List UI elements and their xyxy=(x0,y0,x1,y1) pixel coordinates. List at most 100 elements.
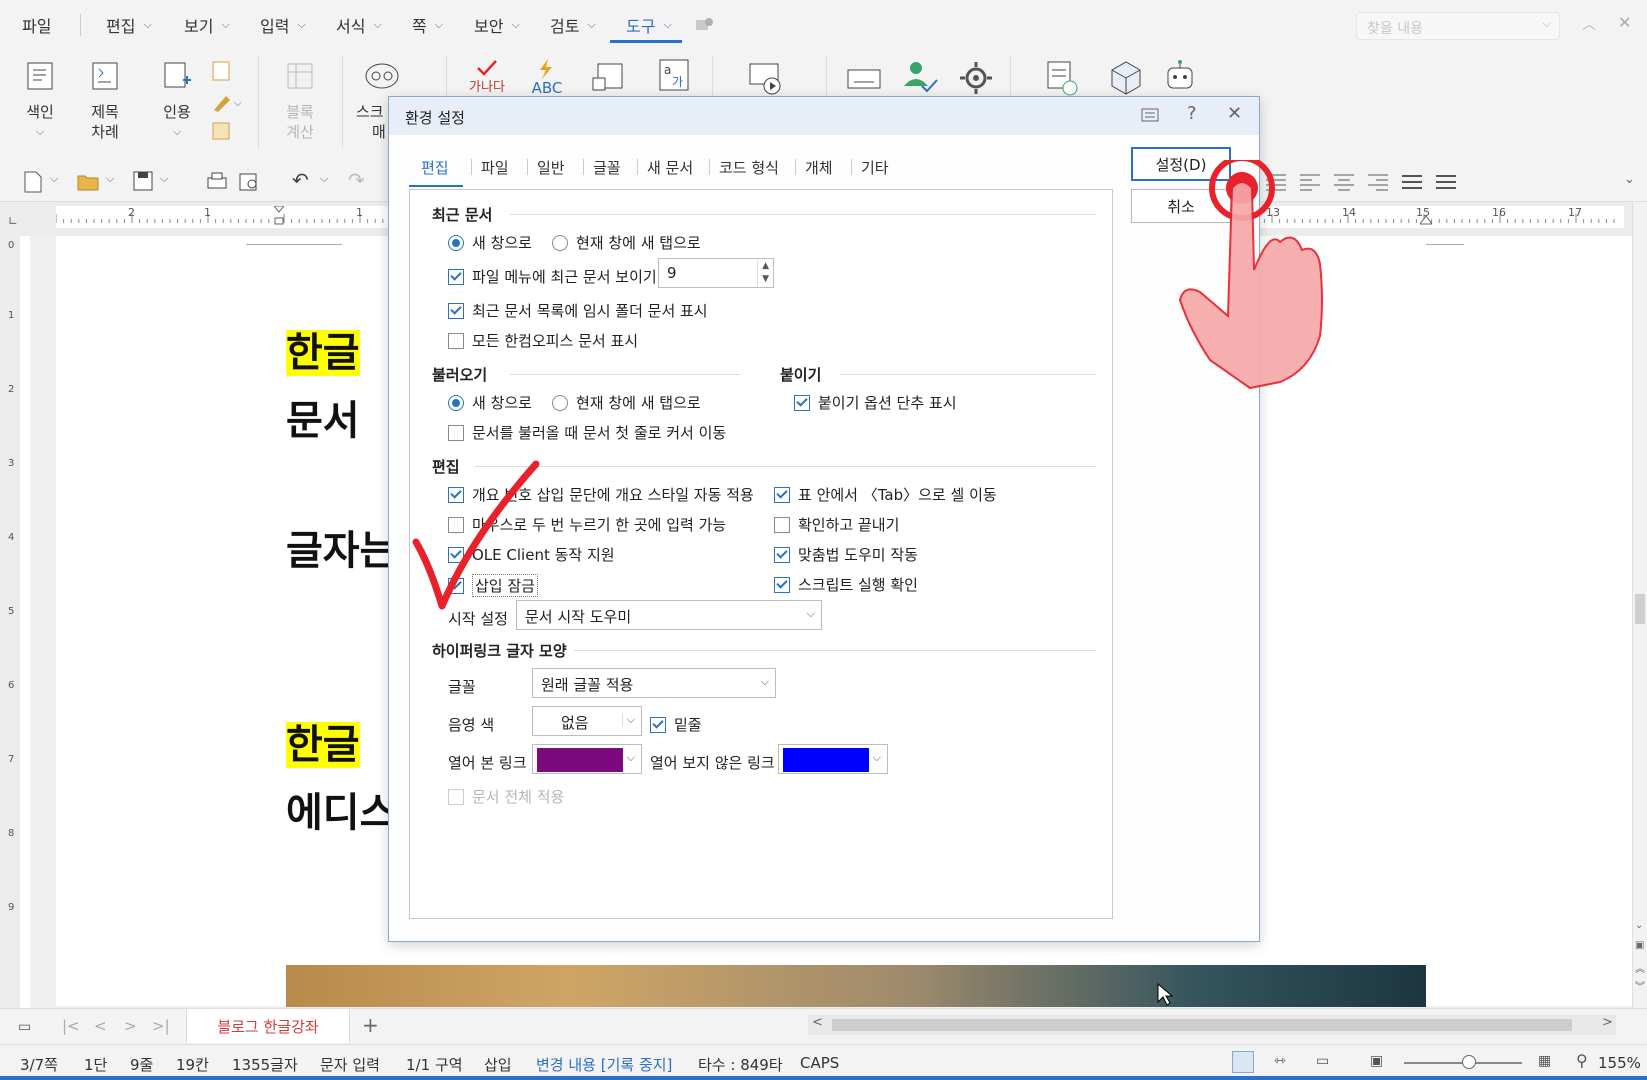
prev-page-icon[interactable]: ︽ xyxy=(1635,960,1645,975)
radio-button[interactable] xyxy=(448,394,464,411)
radio-button[interactable] xyxy=(552,234,568,251)
radio-button[interactable] xyxy=(448,234,464,251)
checkbox[interactable] xyxy=(448,788,464,805)
fit-width-icon[interactable]: ⇿ xyxy=(1274,1053,1286,1069)
menu-view[interactable]: 보기 ⌵ xyxy=(184,14,230,36)
new-document-icon[interactable] xyxy=(22,170,44,194)
scroll-left-icon[interactable]: < xyxy=(812,1015,823,1030)
right-indent-marker[interactable] xyxy=(1420,216,1432,228)
stepper-arrows-icon[interactable]: ▲ ▼ xyxy=(757,260,769,286)
first-tab-icon[interactable]: |< xyxy=(62,1017,80,1035)
checkbox[interactable] xyxy=(774,516,790,533)
spellcheck-button[interactable]: 가나다 xyxy=(462,58,512,98)
checkbox[interactable] xyxy=(774,546,790,563)
open-folder-icon[interactable] xyxy=(76,170,100,194)
zoom-slider-thumb[interactable] xyxy=(1462,1055,1476,1069)
save-icon[interactable] xyxy=(132,170,154,192)
full-screen-icon[interactable]: ▦ xyxy=(1538,1053,1551,1069)
checkbox[interactable] xyxy=(774,486,790,503)
menu-review[interactable]: 검토 ⌵ xyxy=(550,14,596,36)
share-icon[interactable] xyxy=(694,16,714,34)
recent-new-tab-radio[interactable]: 현재 창에 새 탭으로 xyxy=(552,232,701,253)
chevron-down-icon[interactable]: ⌵ xyxy=(160,172,168,186)
menu-format[interactable]: 서식 ⌵ xyxy=(336,14,382,36)
all-hancom-checkbox[interactable]: 모든 한컴오피스 문서 표시 xyxy=(448,330,638,351)
menu-security[interactable]: 보안 ⌵ xyxy=(474,14,520,36)
chevron-down-icon[interactable]: ⌵ xyxy=(320,172,328,186)
distribute-icon[interactable] xyxy=(1400,172,1424,192)
radio-button[interactable] xyxy=(552,394,568,411)
status-page[interactable]: 3/7쪽 xyxy=(20,1054,58,1075)
paste-options-checkbox[interactable]: 붙이기 옵션 단추 표시 xyxy=(794,392,957,413)
checkbox[interactable] xyxy=(448,424,464,441)
confirm-exit-checkbox[interactable]: 확인하고 끝내기 xyxy=(774,514,899,535)
divide-icon[interactable] xyxy=(1434,172,1458,192)
start-setting-select[interactable]: 문서 시작 도우미 ⌵ xyxy=(516,600,822,630)
checkbox[interactable] xyxy=(794,394,810,411)
print-preview-icon[interactable] xyxy=(238,170,260,192)
ribbon-collapse-icon[interactable]: ︿ xyxy=(1582,14,1596,34)
document-image[interactable] xyxy=(286,965,1426,1007)
last-tab-icon[interactable]: >| xyxy=(152,1017,170,1035)
toc-button[interactable]: 제목 차례 xyxy=(78,60,132,142)
pen-icon[interactable]: ⌵ xyxy=(210,90,244,114)
tab-code-format[interactable]: 코드 형식 xyxy=(719,157,779,178)
keyboard-icon[interactable] xyxy=(846,64,882,94)
cursor-first-line-checkbox[interactable]: 문서를 불러올 때 문서 첫 줄로 커서 이동 xyxy=(448,422,726,443)
tab-general[interactable]: 일반 xyxy=(537,157,565,178)
package-icon[interactable] xyxy=(1106,58,1146,98)
tab-edit[interactable]: 편집 xyxy=(421,157,449,178)
block-calc-button[interactable]: 블록 계산 xyxy=(272,60,328,142)
page-view-icon[interactable]: ▣ xyxy=(1635,940,1644,951)
spell-helper-checkbox[interactable]: 맞춤법 도우미 작동 xyxy=(774,544,918,565)
status-track-changes[interactable]: 변경 내용 [기록 중지] xyxy=(536,1054,672,1075)
scroll-down-icon[interactable]: ⌄ xyxy=(1635,920,1643,931)
help-icon[interactable]: ? xyxy=(1187,103,1197,124)
print-icon[interactable] xyxy=(206,170,228,192)
tab-other[interactable]: 기타 xyxy=(861,157,889,178)
presentation-icon[interactable] xyxy=(746,58,786,98)
status-insert[interactable]: 삽입 xyxy=(484,1054,512,1075)
checkbox[interactable] xyxy=(448,302,464,319)
tab-file[interactable]: 파일 xyxy=(481,157,509,178)
expand-toolbar-icon[interactable]: ⌄ xyxy=(1624,172,1635,187)
indent-marker[interactable] xyxy=(274,206,284,226)
tab-in-table-checkbox[interactable]: 표 안에서 〈Tab〉으로 셀 이동 xyxy=(774,484,997,505)
horizontal-scrollbar[interactable]: < > xyxy=(808,1015,1616,1035)
next-tab-icon[interactable]: > xyxy=(124,1017,137,1035)
chevron-down-icon[interactable]: ⌵ xyxy=(106,172,114,186)
checkbox[interactable] xyxy=(448,332,464,349)
temp-folder-checkbox[interactable]: 최근 문서 목록에 임시 폴더 문서 표시 xyxy=(448,300,708,321)
citation-button[interactable]: 인용 ⌵ xyxy=(150,60,204,142)
scrollbar-thumb[interactable] xyxy=(1635,594,1645,624)
auto-correct-button[interactable]: ABC xyxy=(522,58,572,98)
vertical-scrollbar[interactable]: ⌄ ▣ ︽ ︾ xyxy=(1632,202,1647,1008)
recent-count-stepper[interactable]: 9 ▲ ▼ xyxy=(658,258,774,288)
gear-icon[interactable] xyxy=(958,60,994,96)
zoom-icon[interactable]: ⚲ xyxy=(1576,1051,1588,1070)
underline-checkbox[interactable]: 밑줄 xyxy=(650,714,702,735)
apply-all-checkbox[interactable]: 문서 전체 적용 xyxy=(448,786,564,807)
zoom-level[interactable]: 155% xyxy=(1598,1054,1641,1072)
menu-insert[interactable]: 입력 ⌵ xyxy=(260,14,306,36)
redo-icon[interactable]: ↷ xyxy=(348,168,365,192)
fit-page-icon[interactable]: ▭ xyxy=(1316,1053,1329,1069)
add-tab-button[interactable]: + xyxy=(362,1013,379,1037)
chevron-down-icon[interactable]: ⌵ xyxy=(50,172,58,186)
shade-color-select[interactable]: 없음 ⌵ xyxy=(532,706,642,736)
search-input[interactable]: 찾을 내용 ⌵ xyxy=(1356,12,1560,40)
next-page-icon[interactable]: ︾ xyxy=(1635,978,1645,993)
checkbox[interactable] xyxy=(448,268,464,285)
citation-list-icon[interactable] xyxy=(210,60,234,84)
checkbox[interactable] xyxy=(774,576,790,593)
tab-object[interactable]: 개체 xyxy=(805,157,833,178)
show-recent-checkbox[interactable]: 파일 메뉴에 최근 문서 보이기 xyxy=(448,266,657,287)
tab-new-document[interactable]: 새 문서 xyxy=(647,157,693,178)
hyperlink-font-select[interactable]: 원래 글꼴 적용 ⌵ xyxy=(532,668,776,698)
tab-stop-icon[interactable]: ∟ xyxy=(8,214,18,228)
tab-font[interactable]: 글꼴 xyxy=(593,157,621,178)
actual-size-icon[interactable]: ▣ xyxy=(1370,1053,1383,1069)
open-new-window-radio[interactable]: 새 창으로 xyxy=(448,392,532,413)
comment-icon[interactable] xyxy=(1141,107,1159,125)
robot-icon[interactable] xyxy=(1160,58,1200,98)
